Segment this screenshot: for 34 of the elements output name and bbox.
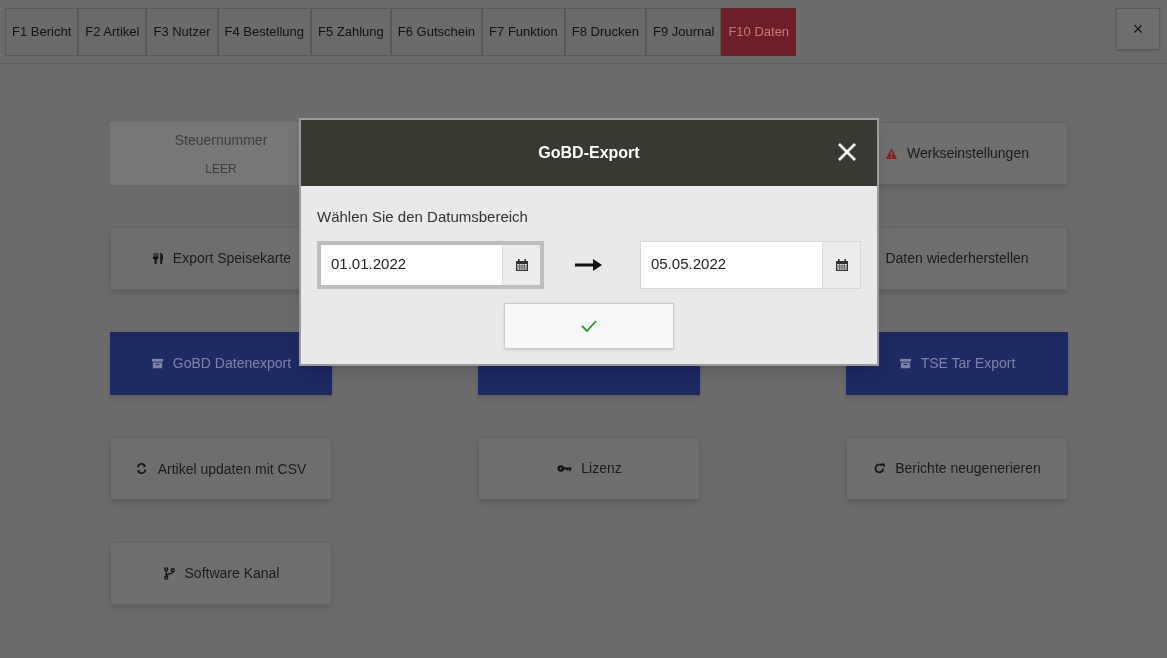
tab[interactable]: F10 Daten: [721, 8, 797, 56]
dialog-title: GoBD-Export: [538, 143, 640, 163]
tab[interactable]: F4 Bestellung: [217, 8, 311, 56]
tab[interactable]: F2 Artikel: [78, 8, 147, 56]
key-icon: [556, 462, 573, 475]
prompt-text: Wählen Sie den Datumsbereich: [317, 207, 529, 227]
archive-icon: [150, 357, 164, 370]
tab[interactable]: F5 Zahlung: [311, 8, 391, 56]
export-button[interactable]: TSE Tar Export: [846, 332, 1068, 395]
close-button[interactable]: ×: [1116, 8, 1160, 50]
action-button[interactable]: Berichte neugenerieren: [846, 437, 1068, 500]
refresh-icon: [873, 462, 887, 475]
action-button[interactable]: Artikel updaten mit CSV: [110, 437, 332, 500]
calendar-icon[interactable]: [834, 257, 849, 272]
tab[interactable]: F9 Journal: [645, 8, 722, 56]
tab[interactable]: F8 Drucken: [564, 8, 646, 56]
action-button[interactable]: Lizenz: [478, 437, 700, 500]
check-icon: [581, 319, 597, 332]
tab[interactable]: F7 Funktion: [482, 8, 565, 56]
export-button[interactable]: GoBD Datenexport: [110, 332, 332, 395]
date-picker[interactable]: 01.01.2022: [317, 240, 544, 289]
close-icon[interactable]: [837, 142, 857, 162]
date-picker[interactable]: 05.05.2022: [640, 240, 861, 289]
action-button[interactable]: Software Kanal: [110, 542, 332, 605]
archive-icon: [898, 357, 912, 370]
tab[interactable]: F6 Gutschein: [390, 8, 483, 56]
warning-icon: [885, 147, 899, 160]
utensils-icon: [150, 252, 164, 265]
sync-icon: [135, 462, 148, 475]
tab[interactable]: F1 Bericht: [5, 8, 79, 56]
calendar-icon[interactable]: [514, 257, 529, 272]
arrow-right-icon: [575, 257, 603, 272]
tab[interactable]: F3 Nutzer: [146, 8, 218, 56]
branch-icon: [162, 567, 176, 580]
